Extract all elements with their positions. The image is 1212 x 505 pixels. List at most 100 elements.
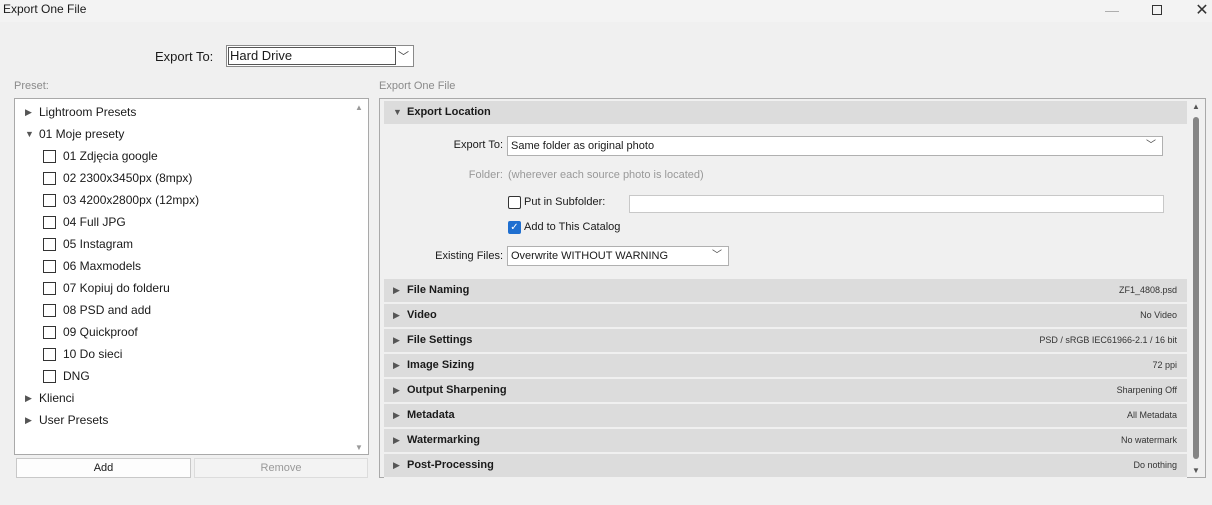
export-location-body: Export To: Same folder as original photo… <box>384 126 1187 280</box>
collapse-triangle-icon[interactable]: ▼ <box>25 129 39 139</box>
expand-triangle-icon[interactable]: ▶ <box>393 460 400 471</box>
remove-preset-button[interactable]: Remove <box>194 458 368 478</box>
maximize-icon <box>1152 5 1162 15</box>
tree-item-label: Lightroom Presets <box>39 105 137 119</box>
preset-item[interactable]: 01 Zdjęcia google <box>43 145 158 167</box>
preset-checkbox[interactable] <box>43 237 56 251</box>
section-summary: ZF1_4808.psd <box>1118 285 1177 295</box>
preset-checkbox[interactable] <box>43 193 56 207</box>
preset-item[interactable]: DNG <box>43 365 90 387</box>
export-to-select[interactable]: Hard Drive ﹀ <box>226 45 414 67</box>
section-title: Export Location <box>407 106 491 118</box>
preset-item[interactable]: 04 Full JPG <box>43 211 126 233</box>
section-video[interactable]: ▶ Video No Video <box>384 304 1187 328</box>
expand-triangle-icon[interactable]: ▶ <box>393 385 400 396</box>
preset-label-text: 10 Do sieci <box>63 347 123 361</box>
expand-triangle-icon[interactable]: ▶ <box>25 415 39 426</box>
scroll-down-icon[interactable]: ▼ <box>1192 466 1200 475</box>
subfolder-input[interactable] <box>629 195 1164 213</box>
section-summary: All Metadata <box>1126 410 1177 420</box>
close-button[interactable]: ✕ <box>1180 0 1212 20</box>
preset-item[interactable]: 08 PSD and add <box>43 299 151 321</box>
section-output-sharpening[interactable]: ▶ Output Sharpening Sharpening Off <box>384 379 1187 403</box>
expand-triangle-icon[interactable]: ▶ <box>25 393 39 404</box>
section-file-settings[interactable]: ▶ File Settings PSD / sRGB IEC61966-2.1 … <box>384 329 1187 353</box>
collapse-triangle-icon[interactable]: ▼ <box>393 107 402 117</box>
preset-checkbox[interactable] <box>43 215 56 229</box>
preset-checkbox[interactable] <box>43 149 56 163</box>
tree-item-label: Klienci <box>39 391 75 405</box>
section-image-sizing[interactable]: ▶ Image Sizing 72 ppi <box>384 354 1187 378</box>
preset-label-text: 04 Full JPG <box>63 215 126 229</box>
expand-triangle-icon[interactable]: ▶ <box>393 310 400 321</box>
scroll-down-icon[interactable]: ▼ <box>355 443 363 452</box>
add-to-catalog-label: Add to This Catalog <box>524 221 621 233</box>
preset-label-text: 09 Quickproof <box>63 325 138 339</box>
preset-item[interactable]: 05 Instagram <box>43 233 133 255</box>
minimize-button[interactable]: — <box>1090 0 1134 20</box>
tree-folder-lightroom-presets[interactable]: ▶ Lightroom Presets <box>25 101 136 123</box>
preset-checkbox[interactable] <box>43 303 56 317</box>
section-title: Output Sharpening <box>407 384 507 396</box>
preset-label-text: 03 4200x2800px (12mpx) <box>63 193 200 207</box>
minimize-icon: — <box>1105 2 1119 18</box>
section-export-location[interactable]: ▼ Export Location <box>384 101 1187 125</box>
export-settings-panel: ▼ Export Location Export To: Same folder… <box>379 98 1206 478</box>
section-title: Metadata <box>407 409 455 421</box>
tree-folder-moje-presety[interactable]: ▼ 01 Moje presety <box>25 123 124 145</box>
expand-triangle-icon[interactable]: ▶ <box>393 410 400 421</box>
folder-label: Folder: <box>468 169 503 181</box>
section-title: Video <box>407 309 437 321</box>
section-metadata[interactable]: ▶ Metadata All Metadata <box>384 404 1187 428</box>
existing-files-label: Existing Files: <box>435 250 503 262</box>
section-watermarking[interactable]: ▶ Watermarking No watermark <box>384 429 1187 453</box>
check-icon: ✓ <box>510 222 519 233</box>
preset-checkbox[interactable] <box>43 259 56 273</box>
settings-scrollbar[interactable]: ▲ ▼ <box>1190 101 1202 475</box>
preset-item[interactable]: 09 Quickproof <box>43 321 138 343</box>
preset-item[interactable]: 06 Maxmodels <box>43 255 141 277</box>
preset-scrollbar[interactable]: ▲ ▼ <box>354 101 366 452</box>
section-summary: Sharpening Off <box>1116 385 1177 395</box>
preset-label-text: 01 Zdjęcia google <box>63 149 158 163</box>
preset-label-text: 02 2300x3450px (8mpx) <box>63 171 193 185</box>
section-title: File Naming <box>407 284 470 296</box>
tree-folder-user-presets[interactable]: ▶ User Presets <box>25 409 108 431</box>
section-file-naming[interactable]: ▶ File Naming ZF1_4808.psd <box>384 279 1187 303</box>
add-to-catalog-checkbox[interactable]: ✓ <box>508 221 521 234</box>
existing-files-select[interactable]: Overwrite WITHOUT WARNING ﹀ <box>507 246 729 266</box>
scroll-thumb[interactable] <box>1193 117 1199 459</box>
subfolder-checkbox[interactable] <box>508 196 521 209</box>
preset-item[interactable]: 02 2300x3450px (8mpx) <box>43 167 192 189</box>
tree-item-label: 01 Moje presety <box>39 127 125 141</box>
existing-files-value: Overwrite WITHOUT WARNING <box>511 250 669 262</box>
preset-checkbox[interactable] <box>43 369 56 383</box>
maximize-button[interactable] <box>1135 0 1179 20</box>
location-export-to-select[interactable]: Same folder as original photo ﹀ <box>507 136 1163 156</box>
chevron-down-icon: ﹀ <box>398 51 409 63</box>
expand-triangle-icon[interactable]: ▶ <box>393 360 400 371</box>
scroll-up-icon[interactable]: ▲ <box>355 103 363 112</box>
tree-folder-klienci[interactable]: ▶ Klienci <box>25 387 74 409</box>
section-summary: No watermark <box>1120 435 1177 445</box>
expand-triangle-icon[interactable]: ▶ <box>25 107 39 118</box>
preset-item[interactable]: 03 4200x2800px (12mpx) <box>43 189 199 211</box>
preset-checkbox[interactable] <box>43 281 56 295</box>
section-post-processing[interactable]: ▶ Post-Processing Do nothing <box>384 454 1187 478</box>
preset-item[interactable]: 10 Do sieci <box>43 343 122 365</box>
add-preset-button[interactable]: Add <box>16 458 191 478</box>
expand-triangle-icon[interactable]: ▶ <box>393 285 400 296</box>
section-summary: Do nothing <box>1133 460 1177 470</box>
preset-label-text: DNG <box>63 369 90 383</box>
preset-checkbox[interactable] <box>43 171 56 185</box>
section-summary: 72 ppi <box>1152 360 1177 370</box>
preset-tree[interactable]: ▶ Lightroom Presets ▼ 01 Moje presety 01… <box>14 98 369 455</box>
preset-item[interactable]: 07 Kopiuj do folderu <box>43 277 170 299</box>
scroll-up-icon[interactable]: ▲ <box>1192 102 1200 111</box>
preset-checkbox[interactable] <box>43 347 56 361</box>
expand-triangle-icon[interactable]: ▶ <box>393 435 400 446</box>
export-to-value: Hard Drive <box>228 47 396 65</box>
expand-triangle-icon[interactable]: ▶ <box>393 335 400 346</box>
section-title: Image Sizing <box>407 359 475 371</box>
preset-checkbox[interactable] <box>43 325 56 339</box>
